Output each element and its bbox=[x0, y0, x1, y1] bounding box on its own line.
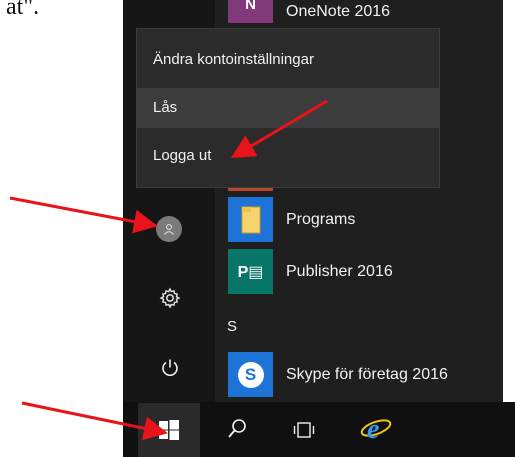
arrow-to-start-button bbox=[21, 401, 168, 441]
annotation-layer bbox=[9, 99, 328, 441]
arrow-to-sign-out bbox=[230, 99, 328, 159]
arrow-to-user-avatar bbox=[9, 196, 158, 234]
